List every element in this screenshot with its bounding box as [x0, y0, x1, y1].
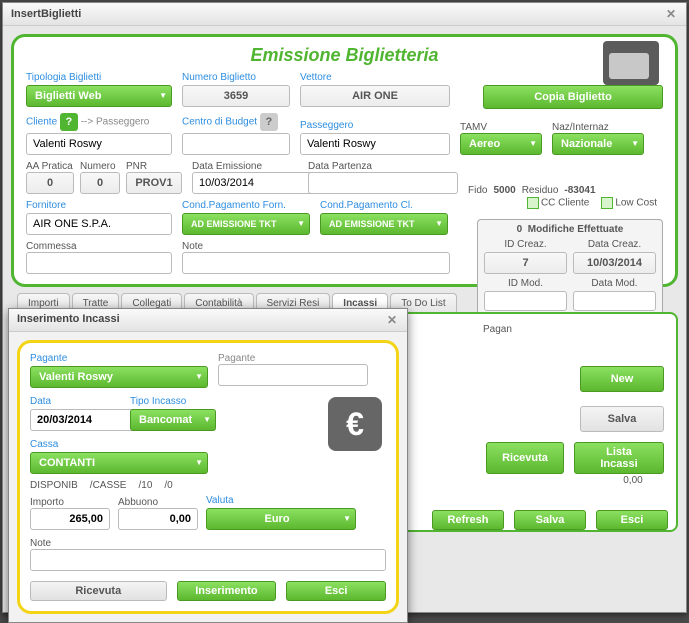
cond-forn-combo[interactable]: AD EMISSIONE TKT▼ [182, 213, 310, 235]
card-icon [603, 41, 659, 85]
label-tipo-incasso: Tipo Incasso [130, 396, 216, 407]
fornitore-input[interactable] [26, 213, 172, 235]
copia-biglietto-button[interactable]: Copia Biglietto [483, 85, 663, 109]
label-tipologia: Tipologia Biglietti [26, 72, 172, 83]
label-fido: Fido [468, 185, 487, 196]
label-abbuono: Abbuono [118, 497, 198, 508]
commessa-input[interactable] [26, 252, 172, 274]
cond-cl-combo[interactable]: AD EMISSIONE TKT▼ [320, 213, 448, 235]
label-data-part: Data Partenza [308, 161, 458, 172]
label-centro: Centro di Budget ? [182, 113, 290, 131]
importo-input[interactable] [30, 508, 110, 530]
incassi-modal: Inserimento Incassi ✕ € Pagante Valenti … [8, 308, 408, 623]
label-data-em: Data Emissione [192, 161, 302, 172]
salva-incasso-button[interactable]: Salva [580, 406, 664, 432]
label-numero: Numero [80, 161, 120, 172]
note-input[interactable] [182, 252, 450, 274]
refresh-button[interactable]: Refresh [432, 510, 504, 530]
id-mod-input[interactable] [484, 291, 567, 311]
note-modal-input[interactable] [30, 549, 386, 571]
label-vettore: Vettore [300, 72, 450, 83]
label-cond-forn: Cond.Pagamento Forn. [182, 200, 310, 211]
tamv-combo[interactable]: Aereo▼ [460, 133, 542, 155]
pnr-display: PROV1 [126, 172, 182, 194]
data-partenza-input[interactable] [308, 172, 458, 194]
tot-incassi-value: 0,00 [608, 475, 658, 486]
ricevuta-button[interactable]: Ricevuta [486, 442, 564, 474]
lista-incassi-button[interactable]: Lista Incassi [574, 442, 664, 474]
numero-biglietto-display: 3659 [182, 85, 290, 107]
data-creaz-display: 10/03/2014 [573, 252, 656, 274]
centro-budget-input[interactable] [182, 133, 290, 155]
col-pagante: Pagan [483, 324, 512, 335]
modal-inserimento-button[interactable]: Inserimento [177, 581, 277, 601]
label-passeggero: Passeggero [300, 120, 450, 131]
label-valuta: Valuta [206, 495, 356, 506]
label-commessa: Commessa [26, 241, 172, 252]
fido-value: 5000 [493, 185, 515, 196]
euro-icon: € [328, 397, 382, 451]
valuta-combo[interactable]: Euro▼ [206, 508, 356, 530]
modal-titlebar: Inserimento Incassi ✕ [9, 309, 407, 332]
esci-button[interactable]: Esci [596, 510, 668, 530]
main-titlebar: InsertBiglietti ✕ [3, 3, 686, 26]
modal-close-icon[interactable]: ✕ [385, 313, 399, 327]
salva-button[interactable]: Salva [514, 510, 586, 530]
label-tamv: TAMV [460, 122, 542, 133]
label-data-modal: Data [30, 396, 120, 407]
budget-hint-icon[interactable]: ? [260, 113, 278, 131]
label-cliente: Cliente ? --> Passeggero [26, 113, 172, 131]
label-fornitore: Fornitore [26, 200, 172, 211]
aa-display: 0 [26, 172, 74, 194]
label-cassa: Cassa [30, 439, 208, 450]
label-residuo: Residuo [522, 185, 559, 196]
label-importo: Importo [30, 497, 110, 508]
page-title: Emissione Biglietteria [250, 45, 438, 65]
label-naz: Naz/Internaz [552, 122, 644, 133]
main-window-title: InsertBiglietti [11, 8, 81, 20]
label-pagante2: Pagante [218, 353, 368, 364]
emission-panel: Emissione Biglietteria Tipologia Bigliet… [11, 34, 678, 287]
modal-panel: € Pagante Valenti Roswy▼ Pagante Data [17, 340, 399, 614]
id-creaz-display: 7 [484, 252, 567, 274]
label-pnr: PNR [126, 161, 182, 172]
label-aa: AA Pratica [26, 161, 74, 172]
pagante-combo[interactable]: Valenti Roswy▼ [30, 366, 208, 388]
residuo-value: -83041 [564, 185, 595, 196]
cassa-combo[interactable]: CONTANTI▼ [30, 452, 208, 474]
label-num-biglietto: Numero Biglietto [182, 72, 290, 83]
passeggero-input[interactable] [300, 133, 450, 155]
modal-title: Inserimento Incassi [17, 313, 120, 327]
cliente-input[interactable] [26, 133, 172, 155]
naz-combo[interactable]: Nazionale▼ [552, 133, 644, 155]
cc-cliente-checkbox[interactable] [527, 197, 539, 209]
modal-esci-button[interactable]: Esci [286, 581, 386, 601]
data-mod-input[interactable] [573, 291, 656, 311]
pagante-input[interactable] [218, 364, 368, 386]
close-icon[interactable]: ✕ [664, 7, 678, 21]
label-note-modal: Note [30, 538, 386, 549]
new-button[interactable]: New [580, 366, 664, 392]
lowcost-checkbox[interactable] [601, 197, 613, 209]
cliente-hint-icon[interactable]: ? [60, 113, 78, 131]
vettore-display: AIR ONE [300, 85, 450, 107]
label-pagante: Pagante [30, 353, 208, 364]
abbuono-input[interactable] [118, 508, 198, 530]
label-note: Note [182, 241, 450, 252]
numero-display: 0 [80, 172, 120, 194]
tipologia-combo[interactable]: Biglietti Web▼ [26, 85, 172, 107]
modal-ricevuta-button[interactable]: Ricevuta [30, 581, 167, 601]
label-cond-cl: Cond.Pagamento Cl. [320, 200, 448, 211]
tipo-incasso-combo[interactable]: Bancomat▼ [130, 409, 216, 431]
